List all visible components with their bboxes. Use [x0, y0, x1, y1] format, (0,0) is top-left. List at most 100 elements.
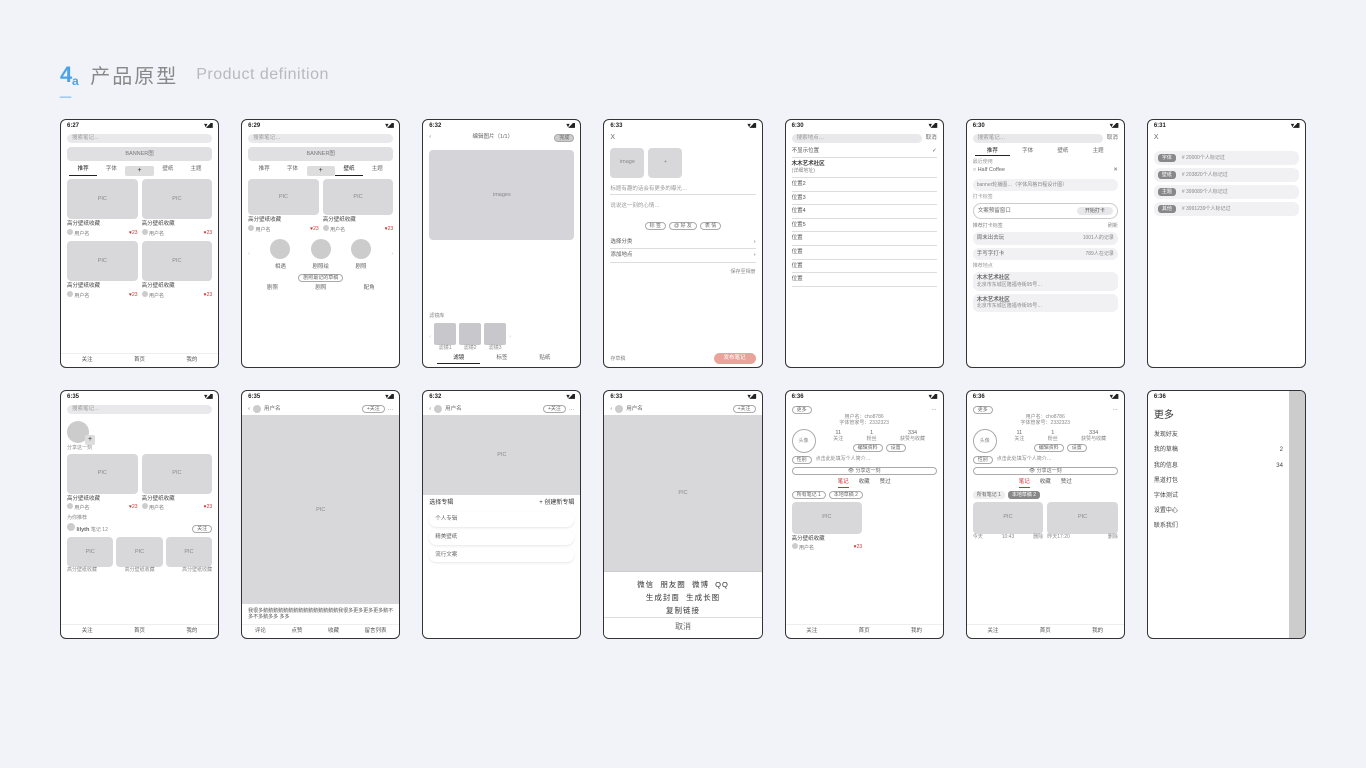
tag-button[interactable]: 标 签 [645, 222, 666, 230]
tab-liked[interactable]: 赞过 [1061, 479, 1072, 488]
like-count[interactable]: ♥23 [204, 292, 213, 298]
tab-liked[interactable]: 赞过 [880, 479, 891, 488]
chevron-right-icon[interactable]: › [509, 334, 511, 341]
location-item[interactable]: 木木艺术社区 (详细地址) [792, 158, 937, 178]
more-item[interactable]: 设置中心 [1154, 504, 1283, 519]
like-count[interactable]: ♥23 [129, 230, 138, 236]
chip-allnotes[interactable]: 所有笔记 1 [792, 491, 826, 499]
cat-row[interactable]: 字体# 20000个人标记过 [1154, 151, 1299, 165]
banner-img[interactable]: BANNER图 [67, 147, 212, 162]
title-input[interactable]: 标题有趣的话会有更多的曝光… [610, 186, 755, 196]
search-input[interactable]: 搜索笔记… [67, 405, 212, 414]
content-input[interactable]: 说说这一刻的心情… [610, 203, 755, 210]
cat-row[interactable]: 主题# 399089个人标记过 [1154, 185, 1299, 199]
like-count[interactable]: ♥23 [385, 226, 394, 232]
more-button[interactable]: 更多 [973, 406, 993, 414]
content-card[interactable]: PIC高分壁纸收藏 用户名♥23 [142, 454, 213, 512]
follow-button[interactable]: +关注 [362, 405, 385, 413]
save-to-album-toggle[interactable]: 保存至相册 [610, 269, 755, 275]
gender-pill[interactable]: 性别 [792, 456, 812, 464]
gen-longimg[interactable]: 生成长图 [686, 593, 720, 602]
circle-label[interactable]: 相遇 [270, 264, 290, 271]
location-item[interactable]: 位置4 [792, 205, 937, 219]
share-weibo[interactable]: 微博 [692, 580, 709, 589]
select-category[interactable]: 选择分类 [610, 239, 632, 246]
thumb[interactable]: PIC [166, 537, 212, 567]
circle-label[interactable]: 剧照 [351, 264, 371, 271]
content-card[interactable]: PIC 高分壁纸收藏 用户名♥23 [323, 179, 394, 233]
publish-button[interactable]: 发布笔记 [714, 353, 756, 364]
tab-font[interactable]: 字体 [278, 166, 306, 176]
mini-tab[interactable]: 剧照 [315, 285, 326, 292]
tab-recommend[interactable]: 推荐 [975, 148, 1010, 157]
cat-row[interactable]: 壁纸# 203820个人标记过 [1154, 168, 1299, 182]
tab-collect[interactable]: 收藏 [1040, 479, 1051, 488]
uploaded-image[interactable]: image [610, 148, 644, 178]
thumb[interactable]: PIC [67, 537, 113, 567]
category-tabs[interactable]: 推荐 字体 + 壁纸 主题 [242, 163, 399, 176]
edit-profile-button[interactable]: 编辑资料 [853, 444, 883, 452]
tab-wallpaper[interactable]: 壁纸 [335, 166, 363, 176]
message-list-button[interactable]: 留言列表 [364, 628, 386, 635]
category-tabs[interactable]: 推荐 字体 + 壁纸 主题 [61, 163, 218, 176]
share-qq[interactable]: QQ [715, 580, 729, 589]
content-card[interactable]: PIC 高分壁纸收藏 用户名♥23 [142, 241, 213, 299]
thumb[interactable]: PIC [116, 537, 162, 567]
like-button[interactable]: 点赞 [291, 628, 302, 635]
recent-draft-pill[interactable]: 剧照最记的草稿 [298, 274, 343, 282]
like-count[interactable]: ♥23 [204, 230, 213, 236]
recent-tag[interactable]: Half Coffee [978, 167, 1005, 173]
location-item[interactable]: 位置2 [792, 178, 937, 192]
nav-mine[interactable]: 我的 [186, 628, 197, 635]
tag-search[interactable]: 搜索笔记… [973, 134, 1103, 143]
add-image-button[interactable]: + [648, 148, 682, 178]
follow-button[interactable]: +关注 [733, 405, 756, 413]
emoji-button[interactable]: 表 情 [700, 222, 721, 230]
cat-row[interactable]: 其他# 3991239个人标记过 [1154, 202, 1299, 216]
save-draft-button[interactable]: 存草稿 [610, 356, 625, 362]
more-icon[interactable]: … [569, 406, 575, 413]
cancel-button[interactable]: 取消 [926, 135, 937, 142]
drawer-overlay[interactable] [1289, 391, 1305, 638]
stat-label[interactable]: 关注 [833, 436, 843, 442]
bio-input[interactable]: 点击此处填写个人简介… [997, 456, 1118, 464]
location-item[interactable]: 位置 [792, 260, 937, 274]
content-card[interactable]: PIC 高分壁纸收藏 用户名♥23 [142, 179, 213, 237]
back-icon[interactable]: ‹ [248, 406, 250, 413]
filter-item[interactable]: 滤镜3 [484, 345, 506, 351]
cancel-button[interactable]: 取消 [1107, 135, 1118, 142]
more-item[interactable]: 我的草稿2 [1154, 443, 1283, 458]
mini-tab[interactable]: 配角 [364, 285, 375, 292]
author[interactable]: 用户名 [445, 406, 462, 413]
location-item[interactable]: 位置 [792, 246, 937, 260]
location-item[interactable]: 位置 [792, 273, 937, 287]
more-item[interactable]: 联系我们 [1154, 519, 1283, 534]
more-item[interactable]: 字体测试 [1154, 489, 1283, 504]
stat-label[interactable]: 关注 [1014, 436, 1024, 442]
gender-pill[interactable]: 性别 [973, 456, 993, 464]
tab-recommend[interactable]: 推荐 [250, 166, 278, 176]
nav-follow[interactable]: 关注 [987, 628, 998, 635]
new-album-button[interactable]: + 创建新专辑 [539, 500, 574, 507]
delete-button[interactable]: 删除 [1033, 534, 1043, 540]
back-icon[interactable]: ‹ [610, 406, 612, 413]
author[interactable]: 用户名 [264, 406, 281, 413]
nav-follow[interactable]: 关注 [82, 628, 93, 635]
nav-home[interactable]: 首页 [859, 628, 870, 635]
edit-profile-button[interactable]: 编辑资料 [1034, 444, 1064, 452]
delete-icon[interactable]: ✕ [1113, 167, 1118, 174]
rec-addr[interactable]: 木木艺术社区北京市东城区隆福寺街95号… [973, 272, 1118, 291]
tab-notes[interactable]: 笔记 [1019, 479, 1030, 488]
content-card[interactable]: PIC高分壁纸收藏 用户名♥23 [792, 502, 863, 552]
draft-thumb[interactable]: PIC [1047, 502, 1118, 534]
rec-addr[interactable]: 木木艺术社区北京市东城区隆福寺街95号… [973, 294, 1118, 313]
share-moment-button[interactable]: 👁 分享这一刻 [973, 467, 1118, 475]
tab-theme[interactable]: 主题 [1081, 148, 1116, 157]
select-location[interactable]: 添加地点 [610, 252, 632, 259]
author[interactable]: 用户名 [626, 406, 643, 413]
gen-cover[interactable]: 生成封面 [646, 593, 680, 602]
bottom-nav[interactable]: 关注 首页 我的 [61, 353, 218, 367]
tab-font[interactable]: 字体 [1010, 148, 1045, 157]
stat-label[interactable]: 获赞与收藏 [1081, 436, 1106, 442]
nav-mine[interactable]: 我的 [911, 628, 922, 635]
